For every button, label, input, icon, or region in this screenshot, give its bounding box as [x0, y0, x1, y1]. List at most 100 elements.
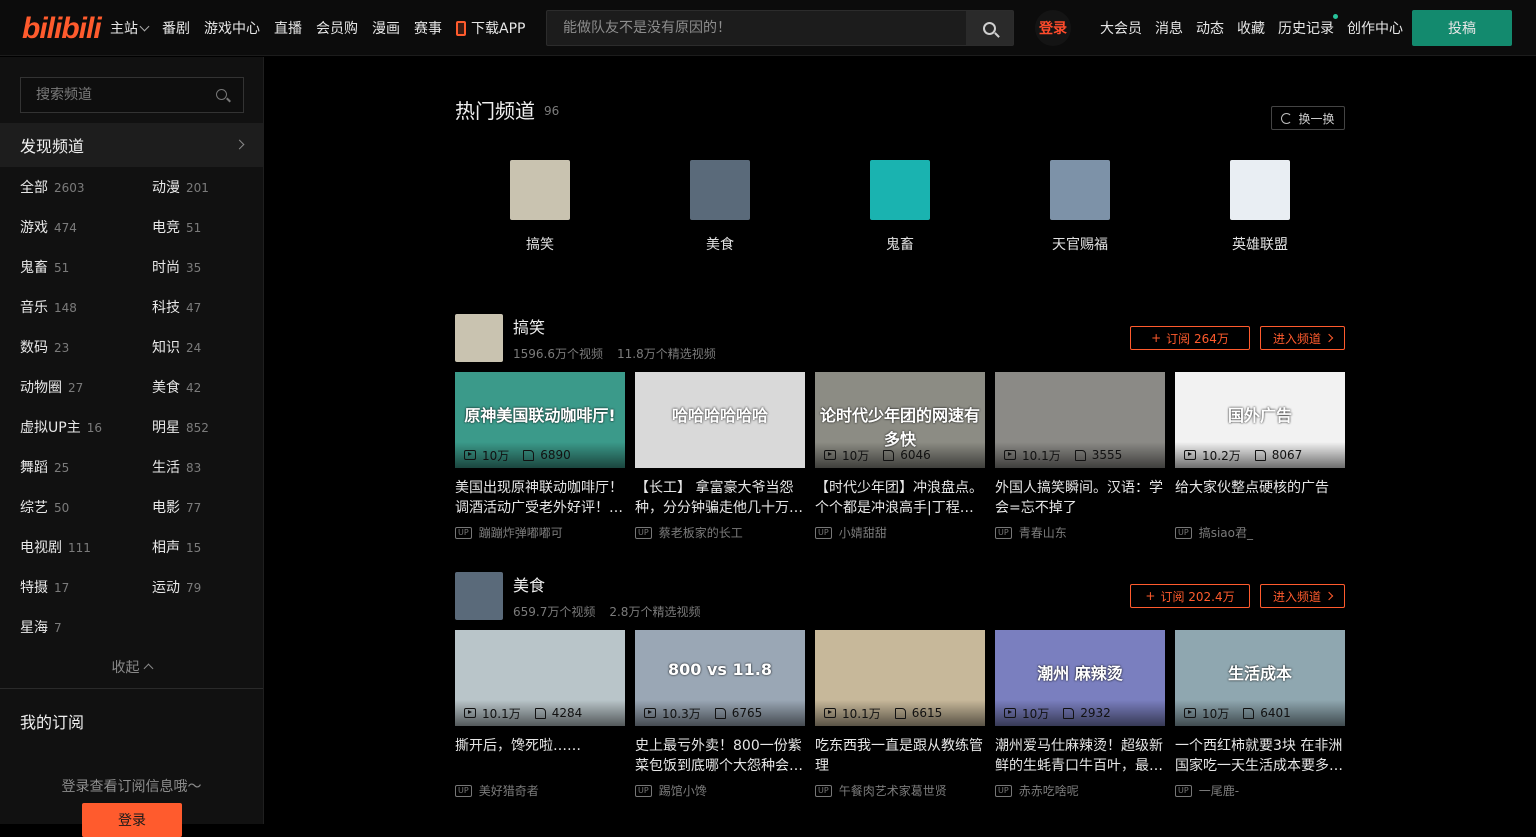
sidebar-category[interactable]: 动漫 201	[152, 177, 209, 197]
video-title[interactable]: 一个西红柿就要3块 在非洲国家吃一天生活成本要多…	[1175, 736, 1345, 776]
video-card[interactable]: 论时代少年团的网速有多快 10万 6046 【时代少年团】冲浪盘点。个个都是冲浪高手|…	[815, 372, 985, 541]
uploader[interactable]: UP 午餐肉艺术家葛世贤	[815, 782, 985, 799]
enter-channel-button[interactable]: 进入频道	[1260, 584, 1345, 608]
video-thumbnail[interactable]: 800 vs 11.8 10.3万 6765	[635, 630, 805, 726]
sidebar-category[interactable]: 运动 79	[152, 577, 201, 597]
nav-creator-center[interactable]: 创作中心	[1347, 18, 1403, 38]
sidebar-category[interactable]: 电竞 51	[152, 217, 201, 237]
video-title[interactable]: 外国人搞笑瞬间。汉语：学会=忘不掉了	[995, 478, 1165, 518]
search-input[interactable]	[547, 11, 967, 45]
hot-channel[interactable]: 天官赐福	[1030, 160, 1130, 254]
refresh-button[interactable]: 换一换	[1271, 106, 1345, 130]
video-thumbnail[interactable]: 10.1万 3555	[995, 372, 1165, 468]
sidebar-category[interactable]: 全部 2603	[20, 177, 85, 197]
video-card[interactable]: 潮州 麻辣烫 10万 2932 潮州爱马仕麻辣烫！超级新鲜的生蚝青口牛百叶，最… UP 赤…	[995, 630, 1165, 799]
video-title[interactable]: 给大家伙整点硬核的广告	[1175, 478, 1345, 518]
video-card[interactable]: 10.1万 4284 撕开后，馋死啦…… UP 美好猎奇者	[455, 630, 625, 799]
sidebar-category[interactable]: 知识 24	[152, 337, 201, 357]
uploader[interactable]: UP 美好猎奇者	[455, 782, 625, 799]
bilibili-logo[interactable]: bilibili	[22, 12, 102, 46]
sidebar-category[interactable]: 数码 23	[20, 337, 69, 357]
video-card[interactable]: 800 vs 11.8 10.3万 6765 史上最亏外卖！800一份紫菜包饭到底哪个…	[635, 630, 805, 799]
sidebar-category[interactable]: 综艺 50	[20, 497, 69, 517]
sidebar-category[interactable]: 生活 83	[152, 457, 201, 477]
discover-channels[interactable]: 发现频道	[0, 123, 263, 167]
sidebar-category[interactable]: 动物圈 27	[20, 377, 83, 397]
video-title[interactable]: 【长工】 拿富豪大爷当怨种，分分钟骗走他几十万…	[635, 478, 805, 518]
video-thumbnail[interactable]: 论时代少年团的网速有多快 10万 6046	[815, 372, 985, 468]
channel-avatar[interactable]	[455, 314, 503, 362]
video-card[interactable]: 国外广告 10.2万 8067 给大家伙整点硬核的广告 UP 搞siao君_	[1175, 372, 1345, 541]
sidebar-category[interactable]: 明星 852	[152, 417, 209, 437]
video-thumbnail[interactable]: 原神美国联动咖啡厅! 10万 6890	[455, 372, 625, 468]
sidebar-category[interactable]: 虚拟UP主 16	[20, 417, 102, 437]
search-icon[interactable]	[216, 89, 227, 100]
sidebar-category[interactable]: 电影 77	[152, 497, 201, 517]
video-thumbnail[interactable]: 国外广告 10.2万 8067	[1175, 372, 1345, 468]
enter-channel-button[interactable]: 进入频道	[1260, 326, 1345, 350]
subscribe-button[interactable]: + 订阅 264万	[1130, 326, 1250, 350]
video-card[interactable]: 10.1万 3555 外国人搞笑瞬间。汉语：学会=忘不掉了 UP 青春山东	[995, 372, 1165, 541]
video-title[interactable]: 史上最亏外卖！800一份紫菜包饭到底哪个大怨种会…	[635, 736, 805, 776]
video-card[interactable]: 哈哈哈哈哈哈【长工】 拿富豪大爷当怨种，分分钟骗走他几十万… UP 蔡老板家的长工	[635, 372, 805, 541]
uploader[interactable]: UP 蔡老板家的长工	[635, 524, 805, 541]
channel-search-input[interactable]	[21, 78, 211, 112]
sidebar-category[interactable]: 舞蹈 25	[20, 457, 69, 477]
channel-title[interactable]: 搞笑	[513, 314, 545, 338]
nav-shop[interactable]: 会员购	[316, 18, 358, 38]
sidebar-category[interactable]: 相声 15	[152, 537, 201, 557]
upload-button[interactable]: 投稿	[1412, 10, 1512, 46]
sidebar-category[interactable]: 美食 42	[152, 377, 201, 397]
hot-channel[interactable]: 搞笑	[490, 160, 590, 254]
nav-live[interactable]: 直播	[274, 18, 302, 38]
hot-channel[interactable]: 鬼畜	[850, 160, 950, 254]
video-thumbnail[interactable]: 生活成本 10万 6401	[1175, 630, 1345, 726]
nav-esports[interactable]: 赛事	[414, 18, 442, 38]
nav-vip[interactable]: 大会员	[1100, 18, 1142, 38]
uploader[interactable]: UP 搞siao君_	[1175, 524, 1345, 541]
sidebar-category[interactable]: 游戏 474	[20, 217, 77, 237]
uploader[interactable]: UP 一尾鹿-	[1175, 782, 1345, 799]
nav-dynamics[interactable]: 动态	[1196, 18, 1224, 38]
sidebar-category[interactable]: 音乐 148	[20, 297, 77, 317]
nav-download-app[interactable]: 下载APP	[456, 18, 525, 38]
sidebar-category[interactable]: 科技 47	[152, 297, 201, 317]
nav-messages[interactable]: 消息	[1155, 18, 1183, 38]
video-title[interactable]: 撕开后，馋死啦……	[455, 736, 625, 776]
hot-channel[interactable]: 美食	[670, 160, 770, 254]
login-avatar-button[interactable]: 登录	[1035, 10, 1071, 46]
nav-game-center[interactable]: 游戏中心	[204, 18, 260, 38]
video-title[interactable]: 美国出现原神联动咖啡厅！调酒活动广受老外好评！…	[455, 478, 625, 518]
subscribe-button[interactable]: + 订阅 202.4万	[1130, 584, 1250, 608]
uploader[interactable]: UP 青春山东	[995, 524, 1165, 541]
video-title[interactable]: 潮州爱马仕麻辣烫！超级新鲜的生蚝青口牛百叶，最…	[995, 736, 1165, 776]
video-thumbnail[interactable]: 潮州 麻辣烫 10万 2932	[995, 630, 1165, 726]
sidebar-category[interactable]: 时尚 35	[152, 257, 201, 277]
hot-channel[interactable]: 英雄联盟	[1210, 160, 1310, 254]
nav-manga[interactable]: 漫画	[372, 18, 400, 38]
video-title[interactable]: 吃东西我一直是跟从教练管理	[815, 736, 985, 776]
sidebar-category[interactable]: 星海 7	[20, 617, 62, 637]
sidebar-category[interactable]: 鬼畜 51	[20, 257, 69, 277]
uploader[interactable]: UP 蹦蹦炸弹嘟嘟可	[455, 524, 625, 541]
video-card[interactable]: 10.1万 6615 吃东西我一直是跟从教练管理 UP 午餐肉艺术家葛世贤	[815, 630, 985, 799]
uploader[interactable]: UP 踢馆小馋	[635, 782, 805, 799]
video-thumbnail[interactable]: 10.1万 4284	[455, 630, 625, 726]
sidebar-category[interactable]: 特摄 17	[20, 577, 69, 597]
video-thumbnail[interactable]: 哈哈哈哈哈哈	[635, 372, 805, 468]
nav-main-site[interactable]: 主站	[110, 18, 150, 38]
video-card[interactable]: 原神美国联动咖啡厅! 10万 6890 美国出现原神联动咖啡厅！调酒活动广受老外好评！…	[455, 372, 625, 541]
nav-favorites[interactable]: 收藏	[1237, 18, 1265, 38]
collapse-button[interactable]: 收起	[0, 657, 263, 677]
sidebar-category[interactable]: 电视剧 111	[20, 537, 91, 557]
uploader[interactable]: UP 小婧甜甜	[815, 524, 985, 541]
channel-title[interactable]: 美食	[513, 572, 545, 596]
sidebar-login-button[interactable]: 登录	[82, 803, 182, 837]
video-title[interactable]: 【时代少年团】冲浪盘点。个个都是冲浪高手|丁程…	[815, 478, 985, 518]
search-button[interactable]	[966, 11, 1013, 45]
nav-anime[interactable]: 番剧	[162, 18, 190, 38]
uploader[interactable]: UP 赤赤吃啥呢	[995, 782, 1165, 799]
nav-history[interactable]: 历史记录	[1278, 14, 1338, 38]
channel-avatar[interactable]	[455, 572, 503, 620]
video-card[interactable]: 生活成本 10万 6401 一个西红柿就要3块 在非洲国家吃一天生活成本要多… UP 一尾…	[1175, 630, 1345, 799]
